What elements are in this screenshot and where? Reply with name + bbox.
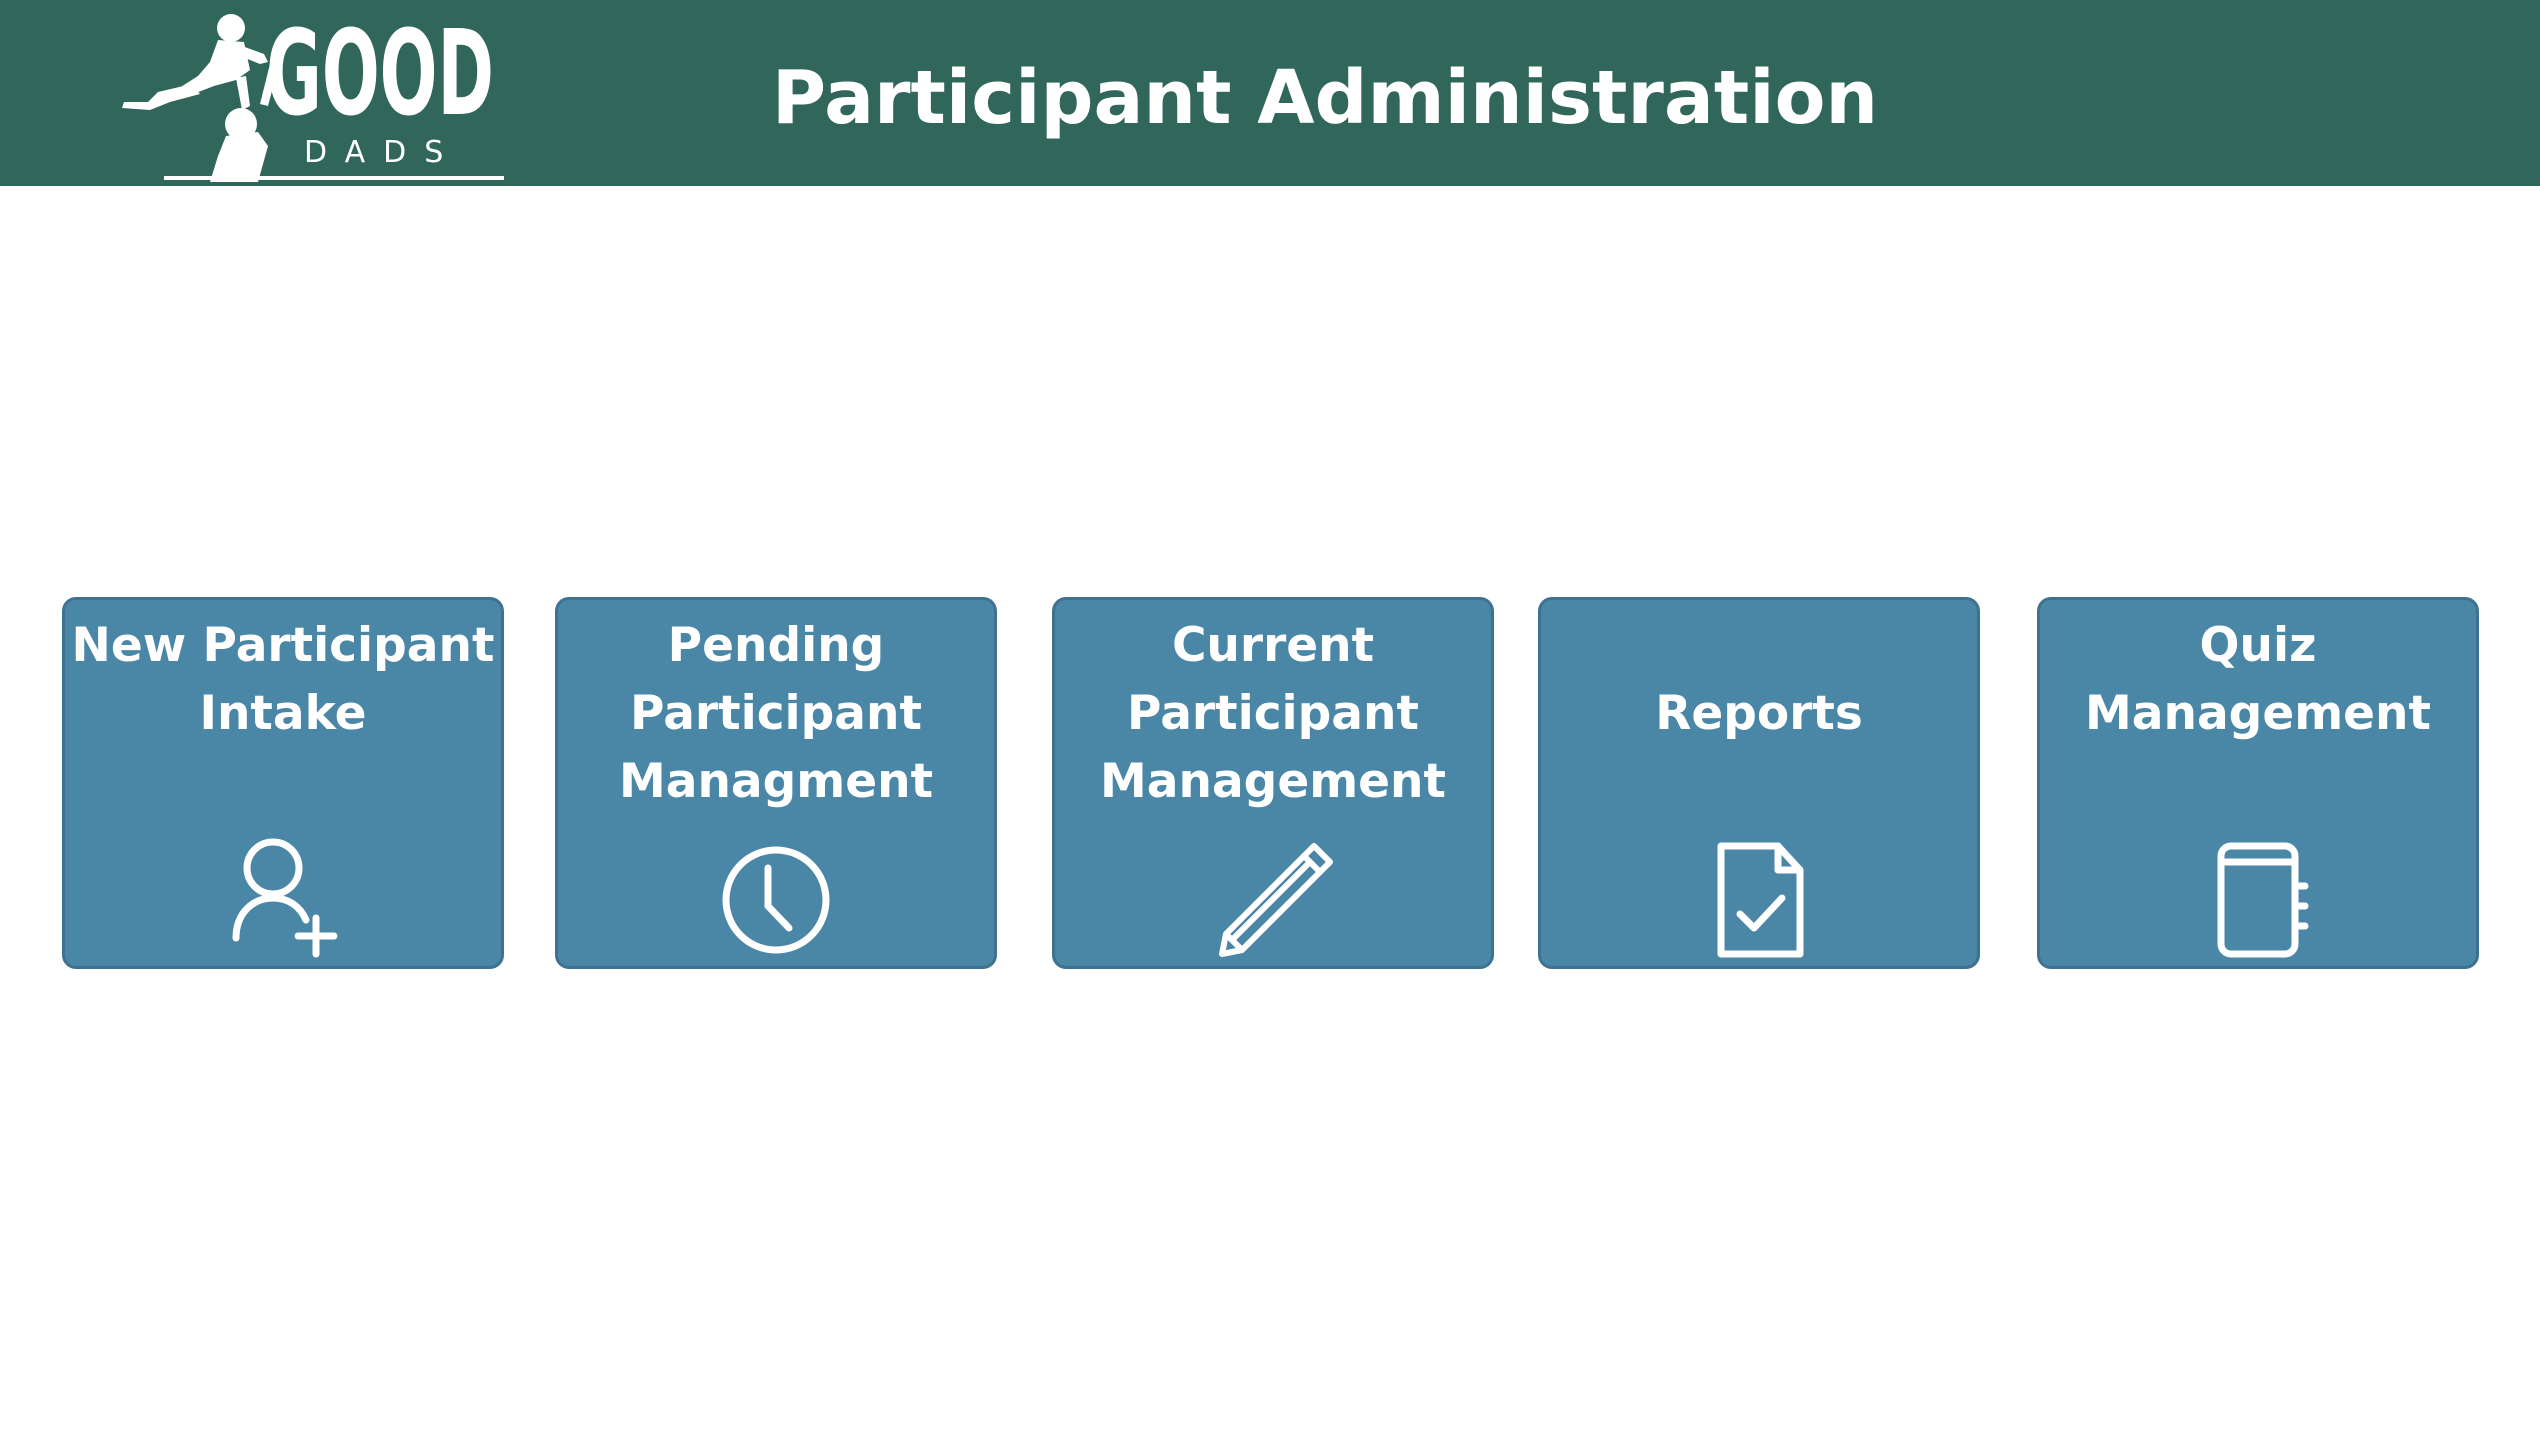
tile-label: Current Participant Management (1100, 618, 1446, 809)
notebook-icon (2193, 830, 2323, 960)
pending-participant-managment-tile[interactable]: Pending Participant Managment (555, 597, 997, 969)
new-participant-intake-tile[interactable]: New Participant Intake (62, 597, 504, 969)
reports-tile[interactable]: Reports (1538, 597, 1980, 969)
tile-label: Quiz Management (2085, 618, 2431, 741)
tile-grid: New Participant Intake Pending Participa… (0, 0, 2540, 1432)
clock-icon (711, 830, 841, 960)
tile-label: Pending Participant Managment (618, 618, 934, 809)
add-user-icon (218, 830, 348, 960)
document-check-icon (1694, 830, 1824, 960)
current-participant-management-tile[interactable]: Current Participant Management (1052, 597, 1494, 969)
tile-label: New Participant Intake (71, 618, 495, 741)
quiz-management-tile[interactable]: Quiz Management (2037, 597, 2479, 969)
page-title: Participant Administration (771, 55, 1879, 141)
tile-label: Reports (1655, 686, 1863, 741)
pencil-icon (1208, 830, 1338, 960)
app-header: GOOD DADS Participant Administration (0, 0, 2540, 186)
